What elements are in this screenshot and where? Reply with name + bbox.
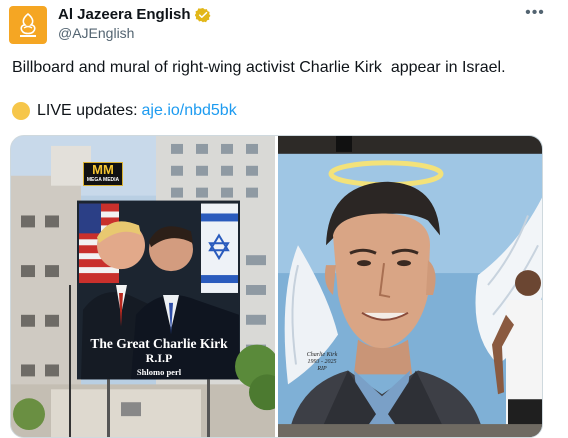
avatar[interactable] bbox=[9, 6, 47, 44]
mega-media-logo: MM MEGA MEDIA bbox=[83, 162, 123, 186]
signature-name: Charlie Kirk bbox=[306, 352, 338, 358]
signature-rip: RIP bbox=[317, 366, 327, 372]
author-name-row: Al Jazeera English bbox=[58, 6, 211, 23]
mural-scene-image bbox=[278, 136, 542, 437]
billboard-sponsor: Shlomo perl bbox=[136, 367, 182, 377]
more-options-icon[interactable]: ••• bbox=[524, 4, 546, 24]
tweet-media[interactable]: MM MEGA MEDIA The Great Charlie Kirk R.I… bbox=[10, 135, 543, 438]
live-updates-row: LIVE updates: aje.io/nbd5bk bbox=[12, 102, 237, 120]
billboard-title: The Great Charlie Kirk bbox=[90, 336, 228, 351]
gold-verified-badge-icon bbox=[194, 7, 211, 22]
al-jazeera-logo-icon bbox=[20, 12, 36, 37]
mural-photo[interactable]: Charlie Kirk 1993 - 2025 RIP bbox=[278, 136, 542, 437]
billboard-photo[interactable]: MM MEGA MEDIA The Great Charlie Kirk R.I… bbox=[11, 136, 275, 437]
live-label: LIVE updates: bbox=[37, 102, 138, 119]
billboard-rip: R.I.P bbox=[145, 351, 173, 365]
live-updates-link[interactable]: aje.io/nbd5bk bbox=[142, 102, 237, 120]
tweet-text: Billboard and mural of right-wing activi… bbox=[12, 59, 506, 76]
yellow-circle-icon bbox=[12, 102, 30, 120]
mural-signature: Charlie Kirk 1993 - 2025 RIP bbox=[302, 352, 342, 373]
account-handle[interactable]: @AJEnglish bbox=[58, 25, 134, 41]
billboard-scene-image bbox=[11, 136, 275, 437]
signature-years: 1993 - 2025 bbox=[307, 359, 337, 365]
billboard-caption: The Great Charlie Kirk R.I.P Shlomo perl bbox=[83, 336, 235, 378]
display-name[interactable]: Al Jazeera English bbox=[58, 6, 191, 23]
tweet-card[interactable]: Al Jazeera English @AJEnglish ••• Billbo… bbox=[0, 0, 568, 438]
